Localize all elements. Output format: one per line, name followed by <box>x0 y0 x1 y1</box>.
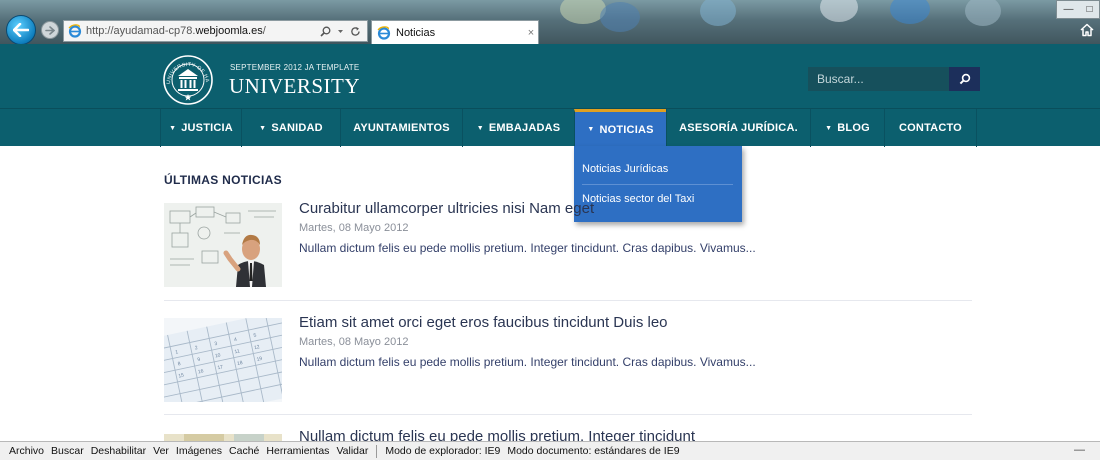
nav-item-embajadas[interactable]: ▼ EMBAJADAS <box>462 109 574 147</box>
minimize-button[interactable]: — <box>1063 4 1073 15</box>
browser-tab[interactable]: Noticias × <box>371 20 539 44</box>
devbar-herramientas[interactable]: Herramientas <box>266 445 329 457</box>
tab-close-button[interactable]: × <box>524 27 538 39</box>
search-input[interactable] <box>808 67 949 91</box>
desktop-icon <box>890 0 930 24</box>
caret-down-icon: ▼ <box>476 124 484 132</box>
nav-item-blog[interactable]: ▼ BLOG <box>810 109 884 147</box>
devbar-imagenes[interactable]: Imágenes <box>176 445 222 457</box>
article-excerpt: Nullam dictum felis eu pede mollis preti… <box>299 241 756 255</box>
main-nav: ▼ JUSTICIA ▼ SANIDAD AYUNTAMIENTOS ▼ EMBAJA… <box>0 108 1100 147</box>
browser-chrome: http://ayudamad-cp78.webjoomla.es/ Notic… <box>0 0 1100 44</box>
section-title: ÚLTIMAS NOTICIAS <box>164 173 282 187</box>
dropdown-divider <box>582 184 733 185</box>
arrow-right-icon <box>45 25 55 35</box>
forward-button[interactable] <box>41 21 59 39</box>
developer-toolbar: Archivo Buscar Deshabilitar Ver Imágenes… <box>0 441 1100 460</box>
article-divider <box>164 414 972 415</box>
devbar-cache[interactable]: Caché <box>229 445 259 457</box>
address-bar[interactable]: http://ayudamad-cp78.webjoomla.es/ <box>63 20 368 42</box>
calendar-image: 12345 89101112 1516171819 <box>164 318 282 402</box>
devbar-validar[interactable]: Validar <box>336 445 368 457</box>
search-icon <box>959 73 970 85</box>
devbar-browser-mode[interactable]: Modo de explorador: IE9 <box>385 445 500 457</box>
restore-button[interactable]: □ <box>1086 4 1092 15</box>
nav-item-sanidad[interactable]: ▼ SANIDAD <box>241 109 340 147</box>
article-image <box>164 434 282 441</box>
dropdown-item-noticias-taxi[interactable]: Noticias sector del Taxi <box>582 193 733 205</box>
devbar-archivo[interactable]: Archivo <box>9 445 44 457</box>
ie-logo-icon <box>377 25 391 40</box>
site-name[interactable]: UNIVERSITY <box>229 74 360 99</box>
nav-label: CONTACTO <box>899 122 962 134</box>
url-suffix: / <box>262 25 266 37</box>
window-controls: — □ <box>1056 0 1100 19</box>
nav-item-asesoria-juridica[interactable]: ASESORÍA JURÍDICA. <box>666 109 810 147</box>
tab-title: Noticias <box>396 26 436 39</box>
refresh-icon[interactable] <box>350 26 361 37</box>
caret-down-icon: ▼ <box>587 126 595 133</box>
nav-label: EMBAJADAS <box>488 122 561 134</box>
chevron-down-icon[interactable] <box>337 26 344 37</box>
nav-item-ayuntamientos[interactable]: AYUNTAMIENTOS <box>340 109 462 147</box>
devbar-separator <box>376 444 378 458</box>
article-title[interactable]: Curabitur ullamcorper ultricies nisi Nam… <box>299 200 594 217</box>
article-title[interactable]: Etiam sit amet orci eget eros faucibus t… <box>299 314 668 331</box>
nav-item-contacto[interactable]: CONTACTO <box>884 109 976 147</box>
back-button[interactable] <box>6 15 36 44</box>
nav-item-noticias[interactable]: ▼ NOTICIAS <box>574 109 666 147</box>
home-icon[interactable] <box>1080 23 1094 37</box>
university-seal-logo[interactable]: UNIVERSITY OF HARVERSE <box>162 54 214 106</box>
article-date: Martes, 08 Mayo 2012 <box>299 222 409 234</box>
noticias-dropdown: Noticias Jurídicas Noticias sector del T… <box>574 146 742 222</box>
arrow-left-icon <box>13 23 29 37</box>
article-thumbnail[interactable] <box>164 432 282 441</box>
search-icon[interactable] <box>320 26 331 37</box>
nav-label: SANIDAD <box>271 122 323 134</box>
site-tagline: SEPTEMBER 2012 JA TEMPLATE <box>230 63 360 72</box>
article-thumbnail[interactable] <box>164 203 282 287</box>
article-excerpt: Nullam dictum felis eu pede mollis preti… <box>299 355 756 369</box>
desktop-icon <box>965 0 1001 26</box>
nav-item-justicia[interactable]: ▼ JUSTICIA <box>160 109 241 147</box>
search-button[interactable] <box>949 67 980 91</box>
article-divider <box>164 300 972 301</box>
article-date: Martes, 08 Mayo 2012 <box>299 336 409 348</box>
devbar-buscar[interactable]: Buscar <box>51 445 84 457</box>
nav-divider <box>976 109 977 147</box>
desktop-icon <box>700 0 736 26</box>
site-header: UNIVERSITY OF HARVERSE SEPTEMBER 2012 JA… <box>0 44 1100 108</box>
url-domain: webjoomla.es <box>195 25 263 37</box>
desktop-icon <box>600 2 640 32</box>
devbar-minimize-button[interactable]: — <box>1074 444 1085 456</box>
nav-label: AYUNTAMIENTOS <box>353 122 450 134</box>
ie-logo-icon <box>68 24 82 38</box>
nav-label: NOTICIAS <box>599 123 654 136</box>
seal-text: UNIVERSITY OF HARVERSE <box>162 54 210 84</box>
nav-label: ASESORÍA JURÍDICA. <box>679 122 798 134</box>
url-prefix: http://ayudamad-cp78. <box>86 25 196 37</box>
devbar-ver[interactable]: Ver <box>153 445 169 457</box>
desktop-icon <box>820 0 858 22</box>
devbar-deshabilitar[interactable]: Deshabilitar <box>91 445 146 457</box>
caret-down-icon: ▼ <box>259 124 267 132</box>
devbar-document-mode[interactable]: Modo documento: estándares de IE9 <box>507 445 679 457</box>
address-tools <box>320 26 367 37</box>
nav-label: BLOG <box>837 122 870 134</box>
caret-down-icon: ▼ <box>825 124 833 132</box>
nav-label: JUSTICIA <box>181 122 233 134</box>
caret-down-icon: ▼ <box>169 124 177 132</box>
businessman-whiteboard-image <box>164 203 282 287</box>
article-thumbnail[interactable]: 12345 8 9 10 11 12 15 16 17 18 19 <box>164 318 282 402</box>
desktop-icon <box>560 0 606 24</box>
svg-text:UNIVERSITY OF HARVERSE: UNIVERSITY OF HARVERSE <box>162 54 210 84</box>
dropdown-item-noticias-juridicas[interactable]: Noticias Jurídicas <box>582 163 733 175</box>
address-url: http://ayudamad-cp78.webjoomla.es/ <box>86 25 320 37</box>
